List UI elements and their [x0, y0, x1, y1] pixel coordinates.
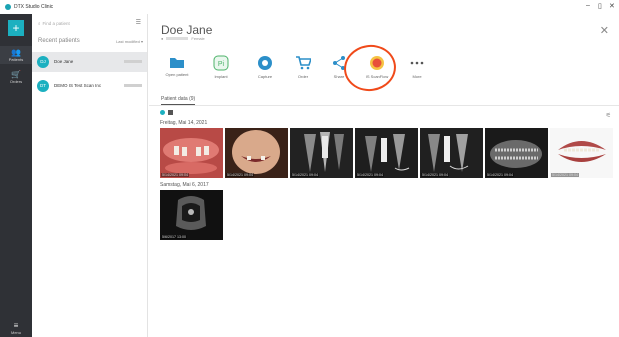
minimize-button[interactable]: – — [586, 2, 590, 9]
cart-icon — [296, 56, 311, 70]
patient-info-redacted — [124, 60, 142, 63]
gums-photo-icon — [160, 128, 223, 178]
tab-patient-data[interactable]: Patient data (9) — [161, 96, 196, 105]
cart-icon: 🛒 — [11, 70, 21, 79]
thumbnail-xray[interactable]: 5/14/2021 09:04 — [290, 128, 353, 178]
thumbnail-cbct[interactable]: 5/6/2017 13:00 — [160, 190, 223, 240]
maximize-button[interactable]: ▯ — [598, 2, 602, 10]
xray-icon — [420, 128, 483, 178]
svg-text:Pi: Pi — [218, 61, 225, 68]
open-patient-button[interactable]: Open patient — [157, 55, 197, 77]
date-header: Freitag, Mai 14, 2021 — [160, 120, 208, 126]
thumbnail-pano[interactable]: 5/14/2021 09:04 — [485, 128, 548, 178]
implant-icon: Pi — [213, 55, 229, 71]
title-bar: DTX Studio Clinic – ▯ ✕ — [0, 0, 619, 14]
cbct-scan-icon — [160, 190, 223, 240]
capture-button[interactable]: Capture — [245, 55, 285, 79]
patient-list-item[interactable]: DT DEMO IS Test Scan Inc — [32, 76, 147, 96]
panoramic-xray-icon — [485, 128, 548, 178]
xray-icon — [355, 128, 418, 178]
thumbnail-caption: 5/14/2021 09:04 — [421, 173, 449, 177]
order-button[interactable]: Order — [283, 55, 323, 79]
people-icon: 👥 — [11, 48, 21, 57]
patient-detail: Doe Jane ● Female ✕ Open patient Pi Impl… — [149, 14, 619, 337]
xray-icon — [290, 128, 353, 178]
hamburger-icon: ≡ — [13, 321, 19, 330]
filter-icon[interactable]: ☰ — [136, 19, 141, 26]
more-button[interactable]: More — [397, 55, 437, 79]
avatar: DJ — [37, 56, 49, 68]
patient-name: DEMO IS Test Scan Inc — [54, 83, 102, 88]
divider — [149, 105, 619, 106]
search-box[interactable]: ⌕ Find a patient — [38, 19, 133, 28]
thumbnail-caption: 5/14/2021 09:04 — [551, 173, 579, 177]
patient-subtitle: ● Female — [161, 36, 205, 41]
thumbnail-caption: 5/6/2017 13:00 — [161, 235, 187, 239]
page-title: Doe Jane — [161, 23, 213, 37]
folder-icon — [170, 58, 184, 68]
rail-item-orders[interactable]: 🛒 Orders — [0, 68, 32, 86]
thumbnail-photo-gums[interactable]: 5/14/2021 09:04 — [160, 128, 223, 178]
timeline-view-icon[interactable] — [160, 110, 165, 115]
thumbnail-xray[interactable]: 5/14/2021 09:04 — [355, 128, 418, 178]
thumbnail-model-3d[interactable]: 5/14/2021 09:04 — [550, 128, 613, 178]
rail-item-label: Orders — [9, 79, 23, 84]
close-icon[interactable]: ✕ — [600, 24, 609, 37]
patient-name: Doe Jane — [54, 59, 74, 64]
app-title: DTX Studio Clinic — [14, 4, 54, 10]
thumbnail-caption: 5/14/2021 09:04 — [161, 173, 189, 177]
thumbnail-photo-smile[interactable]: 5/14/2021 09:04 — [225, 128, 288, 178]
thumbnail-caption: 5/14/2021 09:04 — [486, 173, 514, 177]
patient-list-item[interactable]: DJ Doe Jane — [32, 52, 147, 72]
sort-dropdown[interactable]: Last modified ▾ — [116, 39, 143, 44]
rail-item-label: Menu — [10, 330, 21, 335]
rail-item-menu[interactable]: ≡ Menu — [0, 321, 32, 335]
search-input[interactable]: Find a patient — [43, 21, 70, 26]
thumbnail-caption: 5/14/2021 09:04 — [356, 173, 384, 177]
app-logo-icon — [5, 4, 11, 10]
dental-model-icon — [550, 128, 613, 178]
search-icon: ⌕ — [38, 21, 41, 26]
thumbnail-caption: 5/14/2021 09:04 — [291, 173, 319, 177]
close-window-button[interactable]: ✕ — [609, 2, 615, 10]
implant-button[interactable]: Pi Implant — [201, 55, 241, 79]
recent-patients-title: Recent patients — [38, 38, 80, 44]
patient-info-redacted — [124, 84, 142, 87]
patient-info-redacted — [166, 37, 189, 40]
dot-icon: ● — [161, 36, 164, 41]
date-header: Samstag, Mai 6, 2017 — [160, 182, 209, 188]
thumbnail-caption: 5/14/2021 09:04 — [226, 173, 254, 177]
rail-item-patients[interactable]: 👥 Patients — [0, 46, 32, 64]
add-button[interactable]: + — [8, 20, 24, 36]
aperture-icon — [258, 56, 272, 70]
grid-view-icon[interactable] — [168, 110, 173, 115]
rail-item-label: Patients — [8, 57, 24, 62]
view-toggle[interactable] — [160, 110, 173, 115]
patient-sidebar: ⌕ Find a patient ☰ Recent patients Last … — [32, 14, 148, 337]
nav-rail: + 👥 Patients 🛒 Orders ≡ Menu — [0, 14, 32, 337]
settings-sliders-icon[interactable]: ⚟ — [606, 112, 611, 119]
thumbnail-xray[interactable]: 5/14/2021 09:04 — [420, 128, 483, 178]
avatar: DT — [37, 80, 49, 92]
more-icon — [410, 61, 424, 65]
highlight-circle — [341, 41, 399, 95]
smile-photo-icon — [225, 128, 288, 178]
